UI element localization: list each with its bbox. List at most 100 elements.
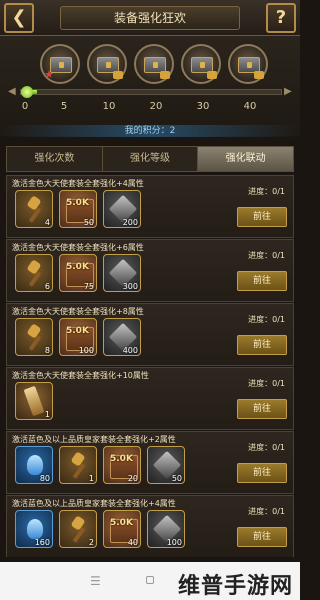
task-row: 激活金色大天使套装全套强化+6属性进度：0/1 6 5.0K 75 300 前往: [6, 239, 294, 302]
task-progress: 进度：0/1: [248, 507, 285, 516]
task-row: 激活蓝色及以上品质皇家套装全套强化+4属性进度：0/1 160 2 5.0K 40 100…: [6, 495, 294, 557]
item-count: 20: [127, 474, 138, 483]
task-title: 激活金色大天使套装全套强化+6属性: [12, 243, 144, 252]
tab-1[interactable]: 强化次数: [7, 147, 103, 171]
reward-chest-5[interactable]: [228, 44, 268, 84]
screen: ❮ 装备强化狂欢 ? ★ ◀ ▶ 0 5 10 20 30 40 我的积分：2 强化次数强…: [0, 0, 300, 600]
tab-bar: 强化次数 强化等级 强化联动: [6, 146, 294, 172]
task-title: 激活金色大天使套装全套强化+4属性: [12, 179, 144, 188]
blue-gem-icon[interactable]: 80: [15, 446, 53, 484]
go-button[interactable]: 前往: [237, 463, 287, 483]
item-tag: 5.0K: [110, 518, 133, 528]
reward-chest-3[interactable]: [134, 44, 174, 84]
item-count: 75: [83, 282, 94, 291]
item-count: 300: [122, 282, 138, 291]
dagger-icon[interactable]: 1: [15, 382, 53, 420]
task-progress: 进度：0/1: [248, 187, 285, 196]
item-count: 1: [44, 410, 50, 419]
book-5k-icon[interactable]: 5.0K 20: [103, 446, 141, 484]
hammer-icon[interactable]: 8: [15, 318, 53, 356]
progress-ticks: 0 5 10 20 30 40: [0, 101, 300, 115]
progress-tick-label: 30: [196, 101, 210, 112]
item-count: 50: [171, 474, 182, 483]
item-count: 2: [88, 538, 94, 547]
gold-icon: [254, 71, 264, 79]
ore-icon[interactable]: 300: [103, 254, 141, 292]
go-button[interactable]: 前往: [237, 335, 287, 355]
progress-tick-label: 0: [21, 101, 29, 112]
progress-knob: [21, 86, 33, 98]
book-5k-icon[interactable]: 5.0K 50: [59, 190, 97, 228]
tab-2[interactable]: 强化等级: [103, 147, 199, 171]
item-tag: 5.0K: [66, 326, 89, 336]
go-button[interactable]: 前往: [237, 207, 287, 227]
task-list[interactable]: 激活金色大天使套装全套强化+4属性 进度：0/1 4 5.0K 50 200 前往 激活金色大…: [6, 175, 294, 557]
progress-tick-label: 20: [149, 101, 163, 112]
item-count: 100: [166, 538, 182, 547]
ore-icon[interactable]: 200: [103, 190, 141, 228]
hammer-icon[interactable]: 4: [15, 190, 53, 228]
item-count: 100: [78, 346, 94, 355]
item-count: 1: [88, 474, 94, 483]
watermark: 维普手游网: [178, 573, 294, 599]
reward-chest-4[interactable]: [181, 44, 221, 84]
item-count: 50: [83, 218, 94, 227]
header: ❮ 装备强化狂欢 ?: [0, 0, 300, 36]
task-title: 激活蓝色及以上品质皇家套装全套强化+2属性: [12, 435, 176, 444]
menu-icon[interactable]: ☰: [90, 574, 101, 588]
ore-icon[interactable]: 50: [147, 446, 185, 484]
go-button[interactable]: 前往: [237, 527, 287, 547]
ore-icon[interactable]: 100: [147, 510, 185, 548]
book-5k-icon[interactable]: 5.0K 75: [59, 254, 97, 292]
task-title: 激活金色大天使套装全套强化+10属性: [12, 371, 149, 380]
go-button[interactable]: 前往: [237, 271, 287, 291]
item-tag: 5.0K: [66, 198, 89, 208]
task-title: 激活金色大天使套装全套强化+8属性: [12, 307, 144, 316]
item-count: 8: [44, 346, 50, 355]
go-button[interactable]: 前往: [237, 399, 287, 419]
item-count: 40: [127, 538, 138, 547]
hammer-icon[interactable]: 2: [59, 510, 97, 548]
book-5k-icon[interactable]: 5.0K 100: [59, 318, 97, 356]
back-button[interactable]: ❮: [4, 3, 34, 33]
book-5k-icon[interactable]: 5.0K 40: [103, 510, 141, 548]
gold-icon: [207, 71, 217, 79]
tab-3[interactable]: 强化联动: [198, 147, 294, 171]
task-progress: 进度：0/1: [248, 251, 285, 260]
reward-chests: ★: [40, 44, 270, 88]
help-button[interactable]: ?: [266, 3, 296, 33]
home-icon[interactable]: [146, 576, 154, 584]
task-row: 激活金色大天使套装全套强化+4属性进度：0/1 4 5.0K 50 200 前往: [6, 175, 294, 238]
back-arrow-icon: ❮: [11, 7, 27, 28]
task-progress: 进度：0/1: [248, 379, 285, 388]
item-count: 400: [122, 346, 138, 355]
arrow-right-icon: ▶: [284, 86, 292, 97]
my-points: 我的积分：2: [0, 125, 300, 137]
item-tag: 5.0K: [110, 454, 133, 464]
task-progress: 进度：0/1: [248, 315, 285, 324]
progress-tick-label: 40: [243, 101, 257, 112]
item-count: 6: [44, 282, 50, 291]
star-icon: ★: [44, 68, 54, 81]
blue-gem-icon[interactable]: 160: [15, 510, 53, 548]
gold-icon: [160, 71, 170, 79]
reward-chest-2[interactable]: [87, 44, 127, 84]
progress-tick-label: 5: [60, 101, 68, 112]
item-count: 4: [44, 218, 50, 227]
gold-icon: [113, 71, 123, 79]
page-title: 装备强化狂欢: [60, 6, 240, 30]
task-progress: 进度：0/1: [248, 443, 285, 452]
task-row: 激活金色大天使套装全套强化+8属性进度：0/1 8 5.0K 100 400 前往: [6, 303, 294, 366]
item-count: 80: [39, 474, 50, 483]
task-title: 激活蓝色及以上品质皇家套装全套强化+4属性: [12, 499, 176, 508]
task-row: 激活蓝色及以上品质皇家套装全套强化+2属性进度：0/1 80 1 5.0K 20 50 前往: [6, 431, 294, 494]
points-progress-bar: [20, 89, 282, 95]
hammer-icon[interactable]: 6: [15, 254, 53, 292]
progress-tick-label: 10: [102, 101, 116, 112]
reward-chest-1[interactable]: ★: [40, 44, 80, 84]
item-count: 160: [34, 538, 50, 547]
arrow-left-icon: ◀: [8, 86, 16, 97]
hammer-icon[interactable]: 1: [59, 446, 97, 484]
item-tag: 5.0K: [66, 262, 89, 272]
ore-icon[interactable]: 400: [103, 318, 141, 356]
